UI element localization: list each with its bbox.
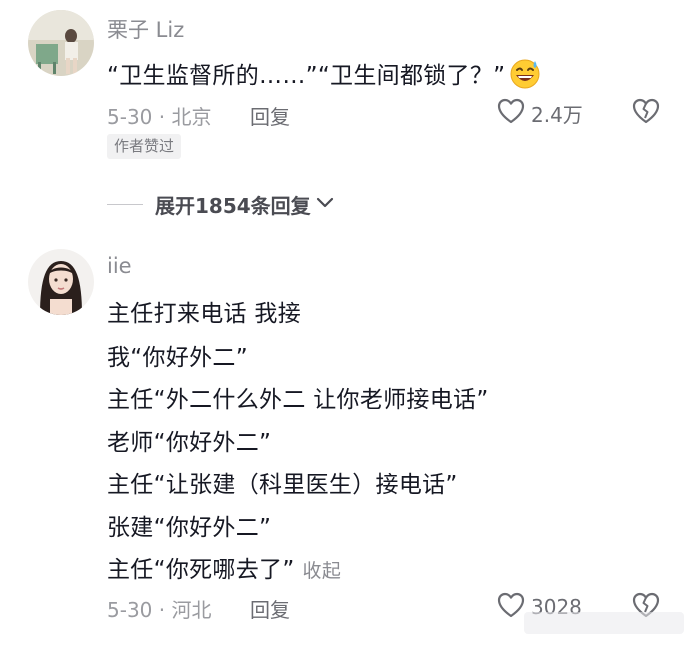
expand-replies-button[interactable]: 展开1854条回复 — [107, 190, 335, 219]
comment-text-line: 主任“你死哪去了” — [107, 557, 295, 583]
comment-date-location: 5-30 · 北京 — [107, 105, 212, 129]
reply-button[interactable]: 回复 — [250, 594, 290, 623]
comment-username[interactable]: iie — [107, 254, 132, 278]
expand-replies-label: 展开1854条回复 — [155, 194, 311, 218]
reply-button[interactable]: 回复 — [250, 101, 290, 130]
grinning-sweat-emoji — [509, 59, 541, 95]
chevron-down-icon — [315, 195, 335, 214]
watermark-logo — [524, 608, 684, 642]
author-liked-badge: 作者赞过 — [107, 134, 182, 159]
comment-text-line: 主任“外二什么外二 让你老师接电话” — [107, 387, 489, 413]
heart-outline-icon — [497, 592, 525, 622]
comment-text-line: 主任“让张建（科里医生）接电话” — [107, 472, 458, 498]
comment-text-line: “卫生监督所的……”“卫生间都锁了？” — [107, 63, 506, 89]
broken-heart-icon[interactable] — [632, 98, 660, 128]
collapse-button[interactable]: 收起 — [303, 560, 342, 582]
comment-text-line: 张建“你好外二” — [107, 515, 272, 541]
comment-text-line: 主任打来电话 我接 — [107, 301, 302, 327]
comment-text: “卫生监督所的……”“卫生间都锁了？” — [107, 56, 541, 95]
comment-username[interactable]: 栗子 Liz — [107, 14, 184, 44]
heart-outline-icon — [497, 98, 525, 128]
like-count: 2.4万 — [531, 102, 583, 127]
comment-text: 主任“你死哪去了” 收起 — [107, 550, 341, 584]
avatar[interactable] — [28, 10, 94, 76]
like-button[interactable]: 2.4万 — [497, 98, 583, 128]
comment-date-location: 5-30 · 河北 — [107, 598, 212, 622]
divider — [107, 204, 143, 205]
avatar[interactable] — [28, 249, 94, 315]
comment-text-line: 我“你好外二” — [107, 345, 248, 371]
comment-text-line: 老师“你好外二” — [107, 430, 272, 456]
